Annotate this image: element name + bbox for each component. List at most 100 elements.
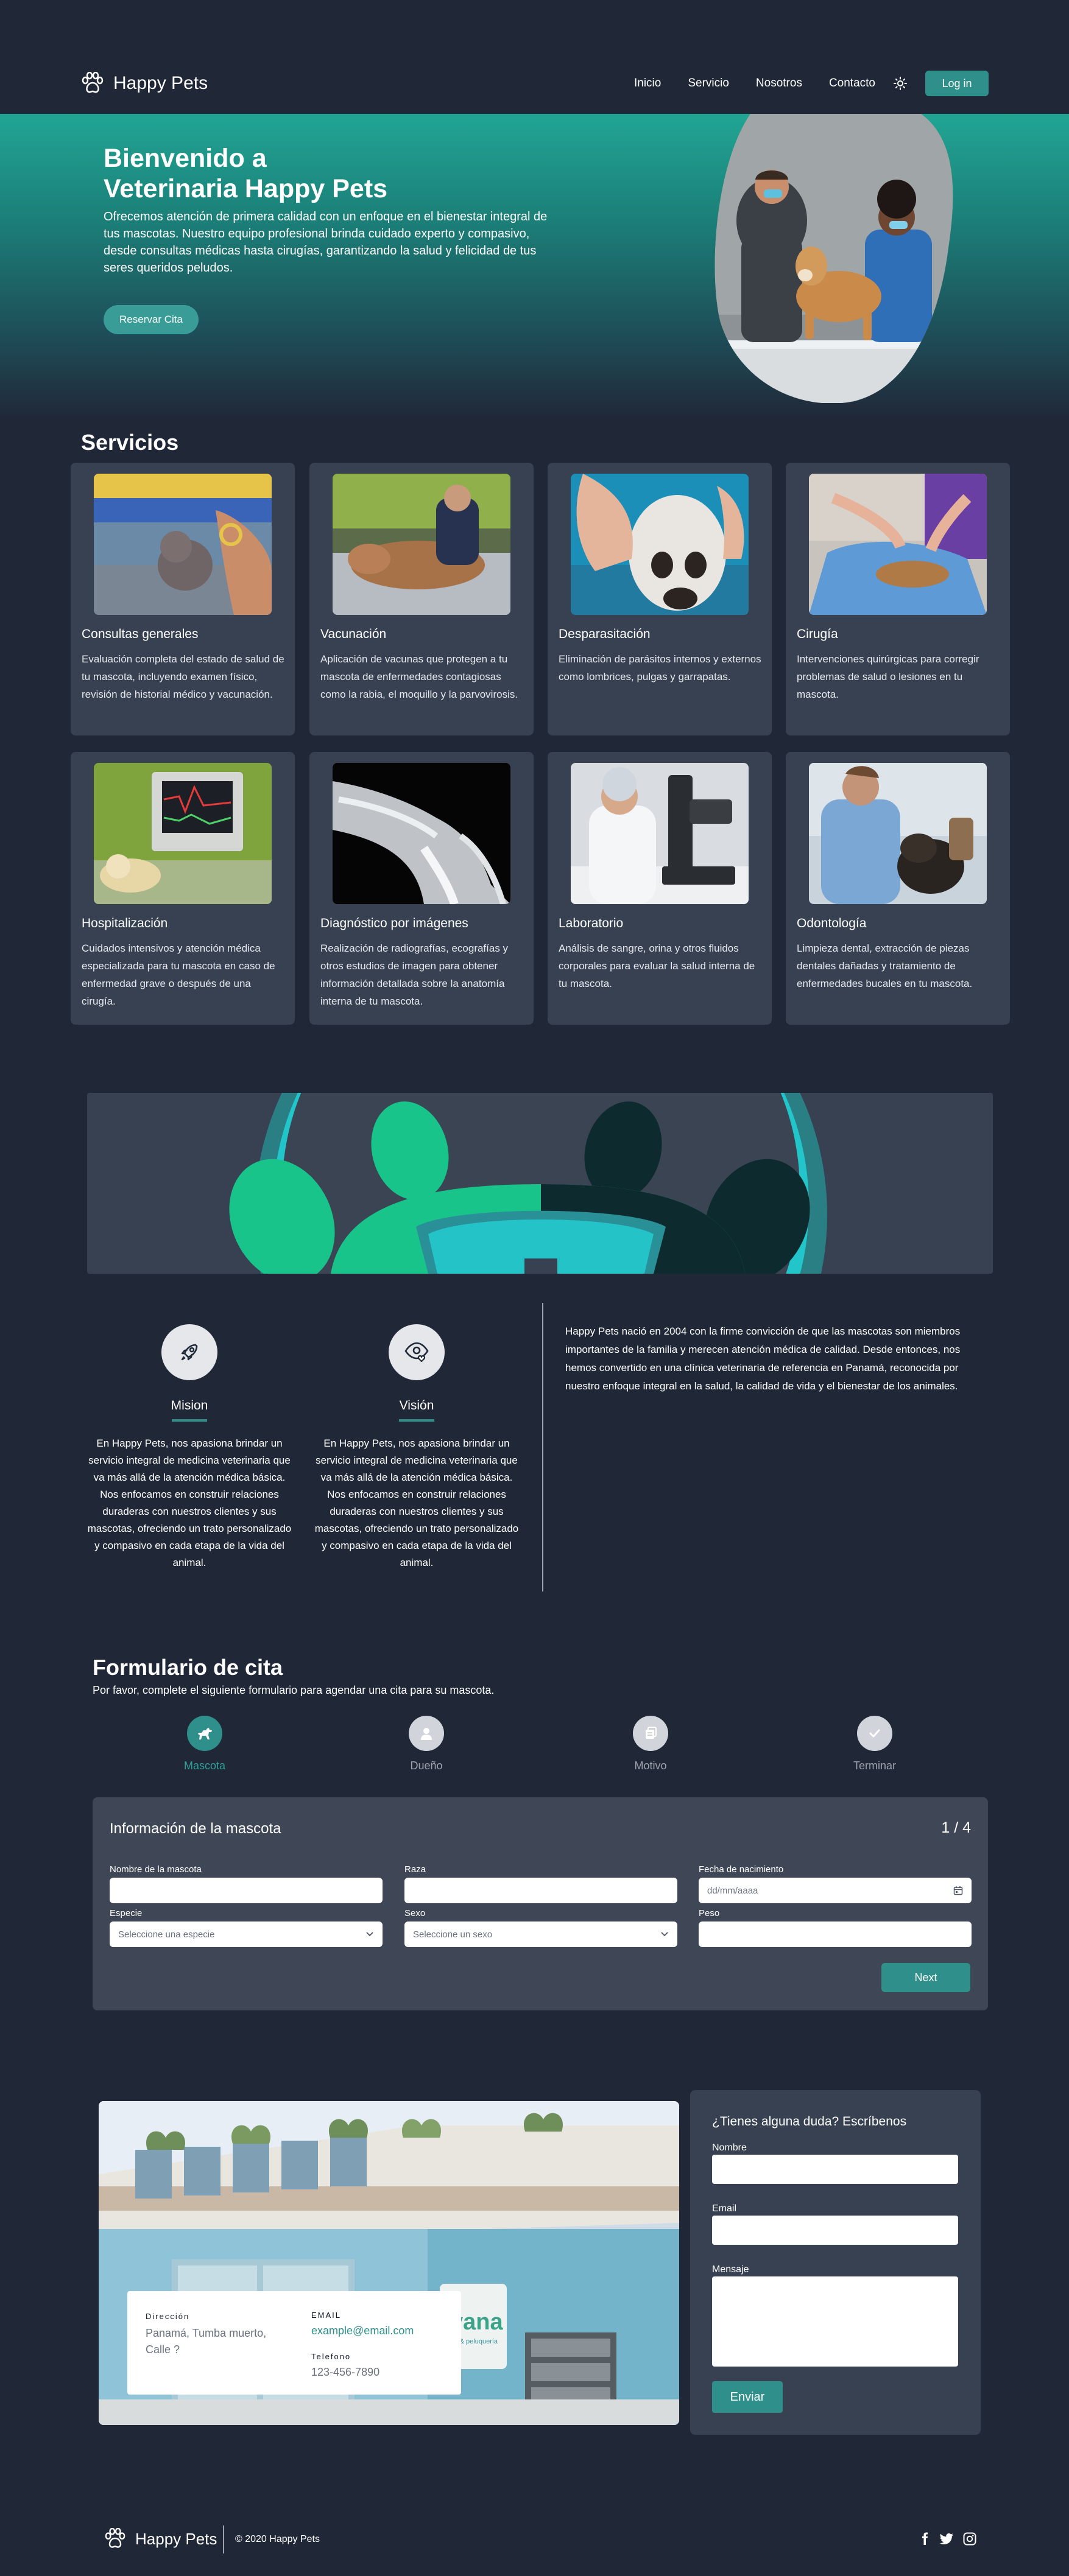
services-title: Servicios	[81, 430, 179, 455]
hero-text: Ofrecemos atención de primera calidad co…	[104, 210, 548, 275]
history-text: Happy Pets nació en 2004 con la firme co…	[565, 1325, 961, 1392]
footer-divider	[223, 2525, 224, 2553]
service-image-consultas	[94, 474, 272, 615]
calendar-icon[interactable]	[953, 1886, 963, 1895]
mission-underline	[172, 1419, 207, 1422]
chevron-down-icon	[661, 1932, 668, 1937]
weight-input[interactable]	[699, 1921, 972, 1947]
service-description: Cuidados intensivos y atención médica es…	[82, 942, 275, 1007]
vision-title: Visión	[399, 1399, 434, 1413]
service-description: Análisis de sangre, orina y otros fluido…	[559, 942, 755, 989]
service-image-laboratorio	[571, 763, 749, 904]
email-field-label: Email	[712, 2203, 737, 2214]
name-input[interactable]	[712, 2155, 958, 2184]
species-select[interactable]: Seleccione una especie	[110, 1921, 383, 1947]
footer-copyright: © 2020 Happy Pets	[235, 2534, 320, 2544]
facebook-icon[interactable]	[917, 2532, 932, 2546]
hero-section: Bienvenido a Veterinaria Happy Pets Ofre…	[0, 114, 1069, 418]
login-button[interactable]: Log in	[925, 71, 989, 96]
mission-text: En Happy Pets, nos apasiona brindar un s…	[87, 1437, 292, 1568]
service-title: Odontología	[797, 916, 867, 930]
birth-date-label: Fecha de nacimiento	[699, 1864, 784, 1875]
pet-info-title: Información de la mascota	[110, 1820, 281, 1837]
step-mascota[interactable]: Mascota	[156, 1716, 253, 1772]
name-label: Nombre	[712, 2143, 747, 2153]
address-label: Dirección	[146, 2312, 190, 2321]
service-image-odontologia	[809, 763, 987, 904]
service-title: Consultas generales	[82, 627, 199, 641]
service-card-odontologia[interactable]: Odontología Limpieza dental, extracción …	[786, 752, 1010, 1025]
service-title: Diagnóstico por imágenes	[320, 916, 468, 930]
email-input[interactable]	[712, 2216, 958, 2245]
service-description: Intervenciones quirúrgicas para corregir…	[797, 653, 979, 700]
footer-brand[interactable]: Happy Pets	[104, 2528, 217, 2550]
service-image-diagnostico	[333, 763, 510, 904]
send-button[interactable]: Enviar	[712, 2381, 783, 2413]
service-card-diagnostico[interactable]: Diagnóstico por imágenes Realización de …	[309, 752, 534, 1025]
birth-date-input[interactable]: dd/mm/aaaa	[699, 1878, 972, 1903]
step-motivo[interactable]: Motivo	[602, 1716, 699, 1772]
date-placeholder: dd/mm/aaaa	[707, 1885, 758, 1896]
instagram-icon[interactable]	[962, 2532, 977, 2546]
step-terminar[interactable]: Terminar	[826, 1716, 923, 1772]
step-label: Terminar	[853, 1760, 896, 1772]
hero-vets-photo	[714, 114, 953, 403]
vision-block: Visión En Happy Pets, nos apasiona brind…	[313, 1324, 520, 1571]
service-title: Laboratorio	[559, 916, 624, 930]
vision-underline	[399, 1419, 434, 1422]
pet-info-card: Información de la mascota 1 / 4 Nombre d…	[93, 1797, 988, 2010]
twitter-icon[interactable]	[940, 2532, 954, 2546]
service-description: Limpieza dental, extracción de piezas de…	[797, 942, 973, 989]
step-dueno[interactable]: Dueño	[378, 1716, 475, 1772]
service-card-cirugia[interactable]: Cirugía Intervenciones quirúrgicas para …	[786, 463, 1010, 735]
message-textarea[interactable]	[712, 2276, 958, 2367]
nav-link-inicio[interactable]: Inicio	[634, 77, 661, 90]
contact-form: ¿Tienes alguna duda? Escríbenos Nombre E…	[690, 2090, 981, 2435]
book-appointment-button[interactable]: Reservar Cita	[104, 305, 199, 334]
chevron-down-icon	[366, 1932, 373, 1937]
sun-icon[interactable]	[894, 77, 907, 90]
hero-title-line1: Bienvenido a	[104, 144, 267, 173]
service-title: Hospitalización	[82, 916, 168, 930]
service-image-hospitalizacion	[94, 763, 272, 904]
sex-placeholder: Seleccione un sexo	[413, 1929, 493, 1940]
user-icon	[409, 1716, 444, 1751]
service-card-hospitalizacion[interactable]: Hospitalización Cuidados intensivos y at…	[71, 752, 295, 1025]
breed-input[interactable]	[404, 1878, 677, 1903]
species-placeholder: Seleccione una especie	[118, 1929, 215, 1940]
pet-name-input[interactable]	[110, 1878, 383, 1903]
brand[interactable]: Happy Pets	[80, 72, 208, 95]
mission-title: Mision	[171, 1399, 208, 1413]
paw-logo-icon	[105, 2528, 125, 2548]
dog-icon	[187, 1716, 222, 1751]
service-image-cirugia	[809, 474, 987, 615]
nav-link-contacto[interactable]: Contacto	[829, 77, 875, 90]
breed-label: Raza	[404, 1864, 426, 1875]
sex-select[interactable]: Seleccione un sexo	[404, 1921, 677, 1947]
service-card-vacunacion[interactable]: Vacunación Aplicación de vacunas que pro…	[309, 463, 534, 735]
step-label: Mascota	[183, 1760, 226, 1772]
nav-link-nosotros[interactable]: Nosotros	[756, 77, 802, 90]
service-card-consultas[interactable]: Consultas generales Evaluación completa …	[71, 463, 295, 735]
about-divider	[542, 1303, 543, 1592]
service-image-vacunacion	[333, 474, 510, 615]
pet-name-label: Nombre de la mascota	[110, 1864, 202, 1875]
message-label: Mensaje	[712, 2264, 749, 2275]
hero-title: Bienvenido a Veterinaria Happy Pets	[104, 143, 387, 204]
service-title: Desparasitación	[559, 627, 651, 641]
service-card-desparasitacion[interactable]: Desparasitación Eliminación de parásitos…	[548, 463, 772, 735]
address-value: Panamá, Tumba muerto, Calle ?	[146, 2327, 267, 2356]
phone-value: 123-456-7890	[311, 2366, 380, 2378]
nav-link-servicio[interactable]: Servicio	[688, 77, 729, 90]
next-button[interactable]: Next	[881, 1963, 970, 1992]
email-label: EMAIL	[311, 2311, 342, 2320]
service-description: Aplicación de vacunas que protegen a tu …	[320, 653, 518, 700]
weight-label: Peso	[699, 1908, 720, 1918]
mission-block: Mision En Happy Pets, nos apasiona brind…	[86, 1324, 293, 1571]
email-link[interactable]: example@email.com	[311, 2323, 414, 2339]
service-description: Evaluación completa del estado de salud …	[82, 653, 284, 700]
document-icon	[633, 1716, 668, 1751]
step-label: Motivo	[634, 1760, 667, 1772]
service-description: Eliminación de parásitos internos y exte…	[559, 653, 761, 683]
service-card-laboratorio[interactable]: Laboratorio Análisis de sangre, orina y …	[548, 752, 772, 1025]
